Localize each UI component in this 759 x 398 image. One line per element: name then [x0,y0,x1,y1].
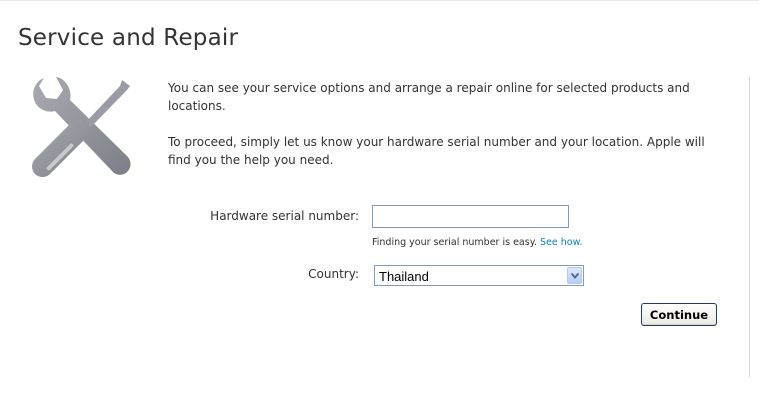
country-label: Country: [308,267,359,281]
country-select[interactable]: Thailand [374,265,584,286]
country-selected-value: Thailand [379,269,429,284]
wrench-screwdriver-icon [30,76,138,182]
intro-paragraph-1: You can see your service options and arr… [168,81,690,113]
serial-hint: Finding your serial number is easy. See … [372,237,583,248]
chevron-down-icon[interactable] [567,267,582,284]
continue-button[interactable]: Continue [641,303,717,326]
intro-paragraph-2: To proceed, simply let us know your hard… [168,135,705,167]
serial-hint-text: Finding your serial number is easy. [372,237,541,248]
page-title: Service and Repair [18,25,239,51]
see-how-link[interactable]: See how. [540,237,583,248]
serial-number-input[interactable] [372,205,569,228]
serial-number-label: Hardware serial number: [210,209,359,223]
top-divider [0,0,759,1]
content-divider [749,77,750,377]
